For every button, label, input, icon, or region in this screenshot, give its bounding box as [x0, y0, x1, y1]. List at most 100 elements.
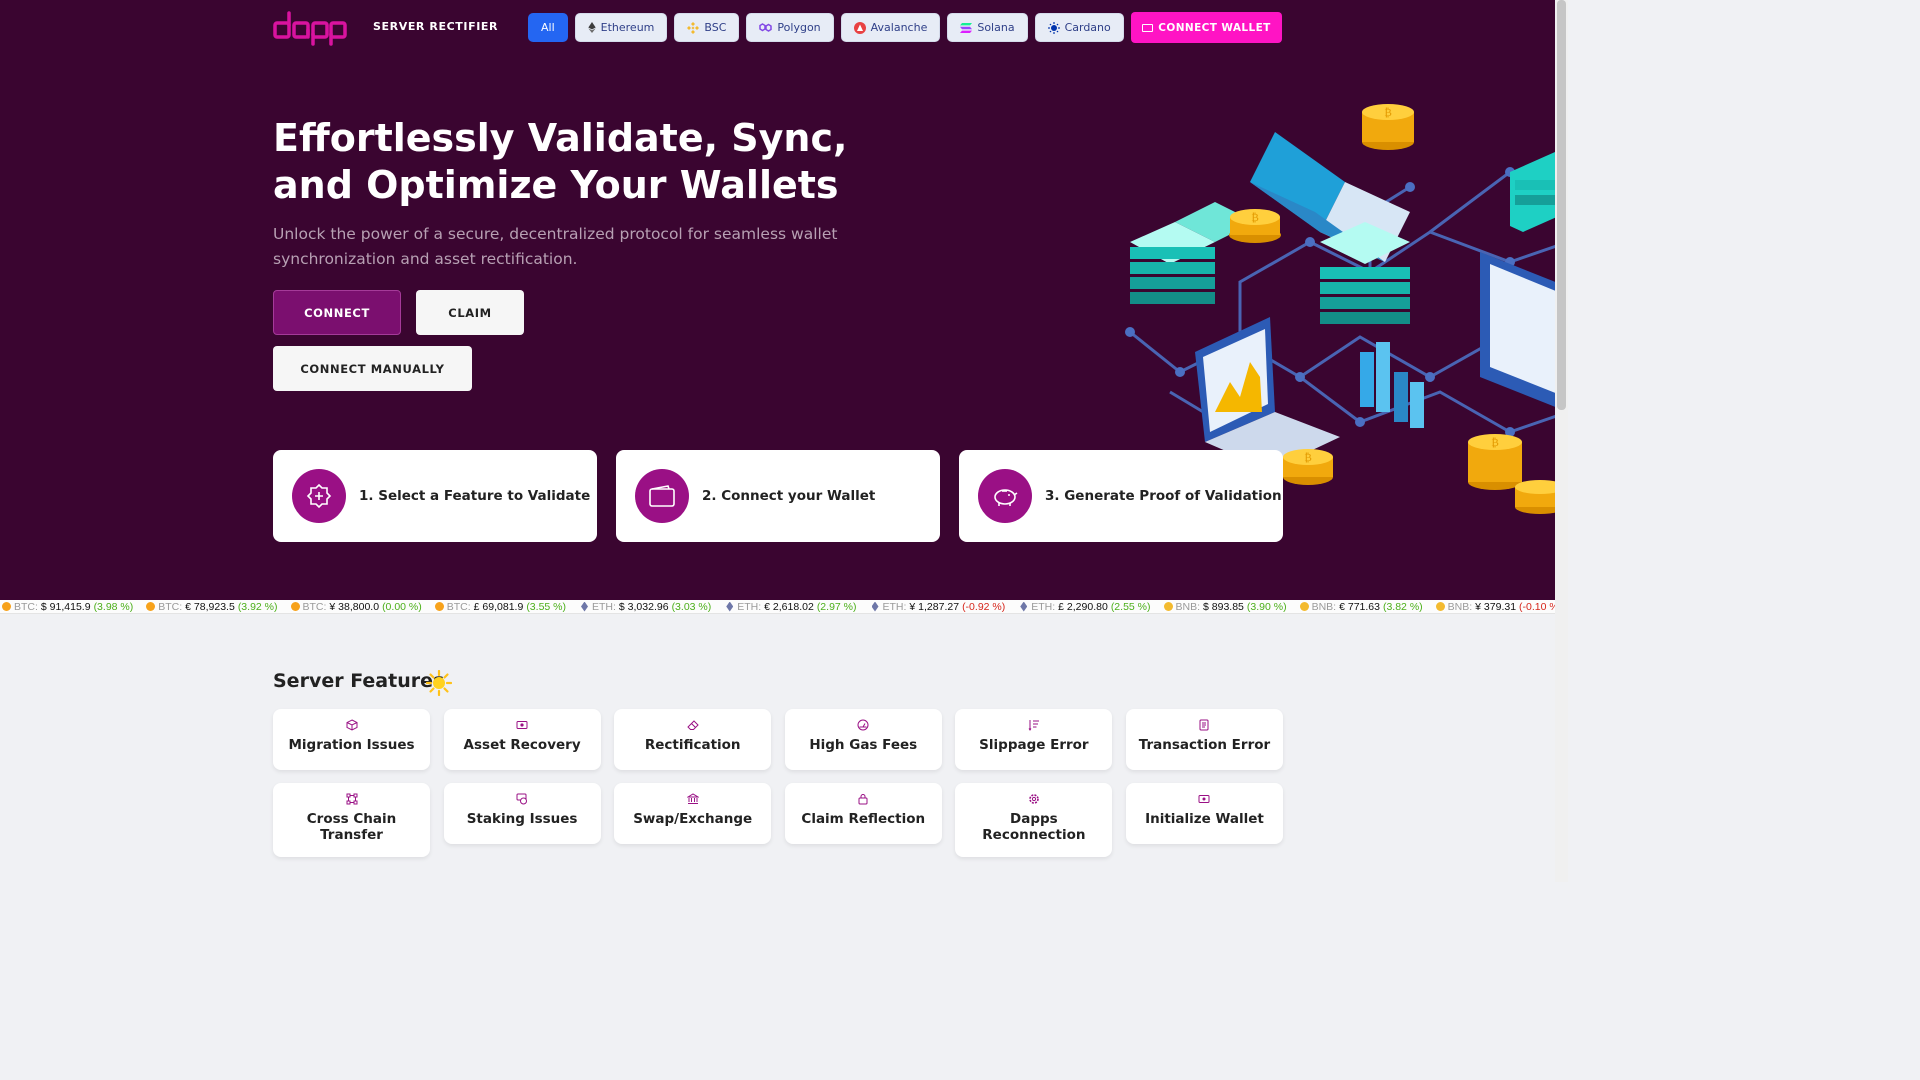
polygon-icon — [759, 23, 773, 32]
hero-section: SERVER RECTIFIER All Ethereum BSC Polygo… — [0, 0, 1568, 600]
ticker-item: BNB: ¥ 379.31 (-0.10 %) — [1435, 600, 1562, 613]
connect-wallet-button[interactable]: CONNECT WALLET — [1131, 12, 1282, 43]
bnb-icon — [1299, 602, 1309, 611]
solana-icon — [960, 22, 973, 33]
chain-filter-solana[interactable]: Solana — [947, 13, 1028, 42]
feature-initialize-wallet[interactable]: Initialize Wallet — [1125, 783, 1283, 844]
ticker-symbol: BTC: — [14, 600, 38, 613]
step-label: 1. Select a Feature to Validate — [359, 488, 591, 504]
claim-button[interactable]: CLAIM — [416, 290, 524, 335]
bnb-icon — [1435, 602, 1445, 611]
feature-asset-recovery[interactable]: Asset Recovery — [443, 709, 601, 770]
feature-label: Cross Chain Transfer — [306, 811, 397, 843]
wallet-icon — [635, 469, 689, 523]
vertical-scrollbar[interactable] — [1555, 0, 1568, 882]
page: SERVER RECTIFIER All Ethereum BSC Polygo… — [0, 0, 1568, 882]
feature-label: High Gas Fees — [809, 737, 918, 753]
cube-icon — [346, 719, 357, 731]
feature-dapps-reconnection[interactable]: Dapps Reconnection — [955, 783, 1113, 857]
nodes-icon — [346, 793, 357, 805]
ticker-change: (3.90 %) — [1246, 600, 1287, 613]
chain-filter-all[interactable]: All — [528, 13, 568, 42]
ticker-symbol: BNB: — [1447, 600, 1473, 613]
ticker-price: ¥ 38,800.0 — [329, 600, 380, 613]
connect-manually-button[interactable]: CONNECT MANUALLY — [273, 346, 472, 391]
chain-label: Avalanche — [870, 21, 928, 34]
feature-label: Swap/Exchange — [633, 811, 753, 827]
chain-label: Solana — [977, 21, 1015, 34]
eth-icon — [581, 601, 588, 612]
step-label: 2. Connect your Wallet — [702, 488, 876, 504]
avalanche-icon — [853, 21, 866, 34]
ticker-price: $ 3,032.96 — [618, 600, 669, 613]
ticker-item: BTC: ¥ 38,800.0 (0.00 %) — [290, 600, 422, 613]
gauge-icon — [857, 719, 869, 731]
feature-label: Asset Recovery — [463, 737, 581, 753]
site-title: SERVER RECTIFIER — [373, 20, 499, 33]
ticker-symbol: ETH: — [737, 600, 762, 613]
btc-icon — [290, 602, 300, 611]
feature-label: Transaction Error — [1138, 737, 1271, 753]
ticker-symbol: BNB: — [1311, 600, 1337, 613]
feature-swap-exchange[interactable]: Swap/Exchange — [614, 783, 772, 844]
ticker-symbol: ETH: — [592, 600, 616, 613]
feature-slippage-error[interactable]: Slippage Error — [955, 709, 1113, 770]
ticker-item: BTC: € 78,923.5 (3.92 %) — [146, 600, 278, 613]
ticker-price: ¥ 379.31 — [1475, 600, 1517, 613]
feature-label: Rectification — [644, 737, 741, 753]
receipt-icon — [1199, 719, 1209, 731]
ticker-price: € 2,618.02 — [764, 600, 814, 613]
ticker-change: (3.55 %) — [526, 600, 566, 613]
ticker-change: (3.92 %) — [237, 600, 278, 613]
ticker-item: BTC: £ 69,081.9 (3.55 %) — [434, 600, 566, 613]
ethereum-icon — [587, 22, 596, 33]
gear-icon — [1029, 794, 1039, 804]
feature-label: Staking Issues — [466, 811, 578, 827]
chain-filter: All Ethereum BSC Polygon Avalanche Solan… — [528, 13, 1124, 42]
bsc-icon — [687, 21, 700, 34]
hero-subheadline: Unlock the power of a secure, decentrali… — [273, 225, 838, 268]
piggy-bank-icon — [978, 469, 1032, 523]
feature-high-gas-fees[interactable]: High Gas Fees — [784, 709, 942, 770]
wallet-small-icon — [1198, 795, 1210, 803]
ticker-change: (0.00 %) — [382, 600, 422, 613]
chain-filter-ethereum[interactable]: Ethereum — [574, 13, 668, 42]
feature-staking-issues[interactable]: Staking Issues — [443, 783, 601, 844]
chain-label: Ethereum — [600, 21, 655, 34]
connect-wallet-label: CONNECT WALLET — [1158, 21, 1271, 34]
dapp-logo[interactable] — [273, 10, 349, 46]
feature-migration-issues[interactable]: Migration Issues — [273, 709, 430, 770]
feature-cross-chain-transfer[interactable]: Cross Chain Transfer — [273, 783, 430, 857]
ticker-item: ETH: ¥ 1,287.27 (-0.92 %) — [870, 600, 1005, 613]
feature-rectification[interactable]: Rectification — [614, 709, 772, 770]
lock-icon — [858, 794, 868, 805]
step-card-generate-proof[interactable]: 3. Generate Proof of Validation — [959, 450, 1283, 542]
ticker-item: BNB: € 771.63 (3.82 %) — [1299, 600, 1423, 613]
price-ticker: BTC: $ 91,415.9 (3.98 %) BTC: € 78,923.5 (3.9… — [0, 600, 1568, 614]
eth-icon — [871, 601, 879, 612]
ticker-symbol: ETH: — [882, 600, 907, 613]
chain-filter-avalanche[interactable]: Avalanche — [840, 13, 941, 42]
chain-filter-polygon[interactable]: Polygon — [746, 13, 834, 42]
svg-text:₿: ₿ — [1491, 436, 1499, 449]
eth-icon — [726, 601, 734, 612]
sort-list-icon — [1028, 720, 1039, 731]
feature-transaction-error[interactable]: Transaction Error — [1125, 709, 1283, 770]
scrollbar-thumb[interactable] — [1557, 0, 1566, 410]
feature-label: Slippage Error — [979, 737, 1089, 753]
eth-icon — [1020, 601, 1028, 612]
money-icon — [516, 721, 528, 729]
feature-claim-reflection[interactable]: Claim Reflection — [784, 783, 942, 844]
chain-filter-bsc[interactable]: BSC — [674, 13, 740, 42]
chain-label: Cardano — [1064, 21, 1111, 34]
wallet-icon — [1142, 23, 1154, 32]
feature-label: Dapps Reconnection — [982, 811, 1086, 843]
step-card-connect-wallet[interactable]: 2. Connect your Wallet — [616, 450, 940, 542]
step-card-select-feature[interactable]: 1. Select a Feature to Validate — [273, 450, 597, 542]
features-grid: Migration Issues Asset Recovery Rectific… — [273, 709, 1283, 857]
connect-button[interactable]: CONNECT — [273, 290, 401, 335]
ticker-change: (3.98 %) — [93, 600, 134, 613]
chain-filter-cardano[interactable]: Cardano — [1034, 13, 1124, 42]
svg-text:₿: ₿ — [1251, 211, 1259, 224]
cardano-icon — [1047, 21, 1060, 34]
